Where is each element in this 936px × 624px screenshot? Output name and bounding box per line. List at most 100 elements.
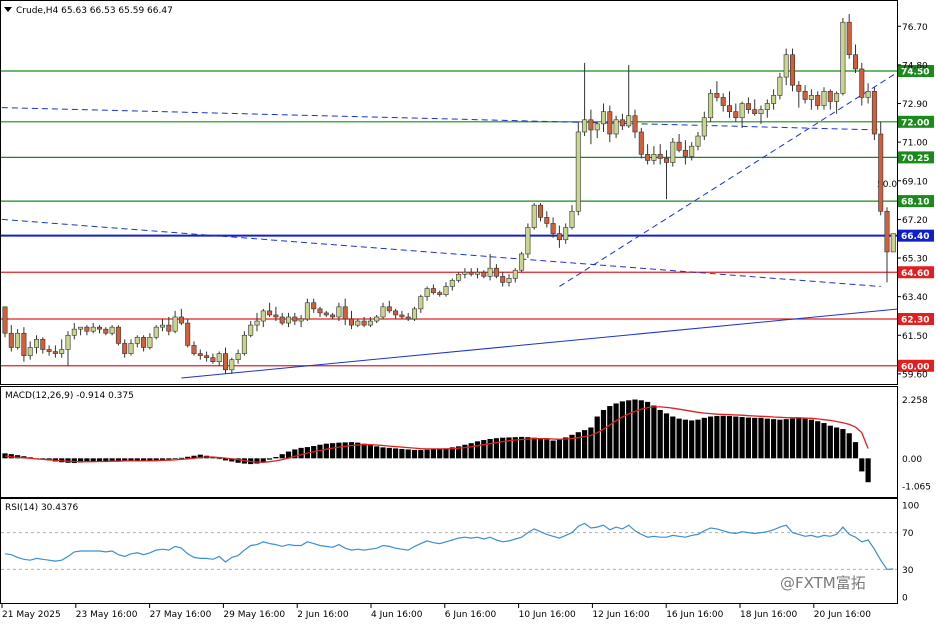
candle-bear: [852, 54, 858, 70]
candle-bear: [40, 339, 46, 350]
candle-bear: [405, 316, 411, 320]
trading-chart[interactable]: 50.0 74.5072.0070.2568.1066.4064.6062.30…: [0, 0, 936, 624]
candle-bear: [191, 345, 197, 354]
candle-bull: [241, 334, 247, 354]
candle-bear: [178, 316, 184, 324]
candle-bull: [783, 54, 789, 78]
time-tick-label: 12 Jun 16:00: [592, 610, 649, 620]
macd-bar: [619, 401, 625, 459]
macd-bar: [298, 447, 304, 459]
candle-bull: [424, 288, 430, 297]
macd-bar: [777, 419, 783, 459]
macd-bar: [764, 418, 770, 459]
macd-bar: [651, 405, 657, 459]
rsi-panel[interactable]: [0, 498, 898, 604]
macd-bar: [380, 447, 386, 459]
candle-bull: [90, 326, 96, 332]
macd-bar: [808, 419, 814, 459]
candle-bear: [859, 68, 865, 98]
macd-bar: [789, 418, 796, 459]
level-label: 68.10: [901, 198, 929, 208]
candle-bear: [323, 312, 329, 316]
chart-header: Crude,H4 65.63 66.53 65.59 66.47: [16, 6, 173, 16]
candle-bull: [695, 135, 701, 147]
candle-bull: [59, 349, 65, 354]
candle-bear: [500, 276, 506, 283]
candle-bull: [582, 119, 588, 133]
level-label: 64.60: [901, 269, 929, 279]
macd-tick-label: -1.065: [902, 483, 931, 493]
macd-bar: [550, 440, 556, 459]
macd-bar: [411, 449, 418, 459]
candle-bear: [663, 158, 669, 163]
level-label: 70.25: [901, 154, 929, 164]
macd-bar: [71, 458, 77, 464]
macd-bar: [796, 417, 802, 459]
candle-bull: [248, 324, 254, 336]
macd-bar: [588, 427, 594, 459]
macd-bar: [374, 446, 380, 459]
candle-bull: [134, 337, 140, 344]
macd-bar: [645, 401, 651, 459]
candle-bull: [890, 233, 896, 253]
macd-bar: [544, 439, 550, 459]
macd-bar: [166, 458, 172, 460]
macd-tick-label: 2.258: [902, 396, 928, 406]
candle-bull: [525, 227, 531, 255]
macd-bar: [487, 438, 493, 459]
level-label: 72.00: [901, 118, 929, 128]
time-tick-label: 16 Jun 16:00: [666, 610, 723, 620]
macd-bar: [739, 417, 745, 459]
macd-bar: [330, 443, 336, 459]
macd-bar: [367, 445, 373, 459]
macd-bar: [493, 438, 499, 459]
macd-bar: [733, 416, 739, 459]
macd-bar: [657, 409, 663, 459]
macd-bar: [393, 448, 399, 459]
candle-bear: [166, 324, 172, 332]
macd-bar: [607, 406, 613, 459]
price-tick-label: 67.20: [902, 216, 928, 226]
candle-bull: [777, 76, 783, 96]
macd-bar: [336, 442, 342, 459]
price-panel[interactable]: [0, 0, 898, 385]
macd-bar: [216, 458, 222, 460]
price-tick-label: 63.40: [902, 293, 928, 303]
candle-bear: [185, 322, 191, 346]
time-tick-label: 23 May 16:00: [76, 610, 138, 620]
candle-bull: [128, 343, 134, 354]
candle-bull: [304, 302, 310, 320]
candle-bear: [752, 109, 758, 114]
macd-bar: [783, 419, 789, 459]
candle-bear: [544, 217, 550, 224]
candle-bear: [348, 318, 354, 326]
level-label: 66.40: [901, 232, 929, 242]
macd-bar: [695, 419, 701, 459]
macd-bar: [525, 437, 531, 459]
candle-bull: [739, 103, 745, 119]
candle-bear: [878, 133, 884, 212]
candle-bull: [456, 273, 462, 281]
candle-bear: [210, 357, 216, 363]
candle-bear: [550, 223, 556, 234]
candle-bull: [651, 154, 657, 161]
candle-bull: [594, 123, 600, 131]
candle-bull: [355, 320, 361, 326]
macd-bar: [563, 437, 569, 459]
price-tick-label: 74.80: [902, 61, 928, 71]
svg-text:@FXTM富拓: @FXTM富拓: [780, 574, 866, 592]
price-tick-label: 65.30: [902, 255, 928, 265]
macd-bar: [279, 454, 285, 459]
candle-bear: [342, 306, 348, 320]
candle-bull: [367, 320, 373, 326]
macd-bar: [852, 442, 859, 459]
price-tick-label: 69.10: [902, 177, 928, 187]
macd-bar: [701, 417, 707, 459]
time-tick-label: 10 Jun 16:00: [519, 610, 576, 620]
macd-bar: [865, 458, 871, 483]
candle-bear: [632, 115, 638, 133]
macd-bar: [594, 416, 600, 459]
candle-bull: [834, 93, 840, 102]
candle-bull: [821, 91, 827, 106]
candle-bull: [487, 267, 493, 277]
